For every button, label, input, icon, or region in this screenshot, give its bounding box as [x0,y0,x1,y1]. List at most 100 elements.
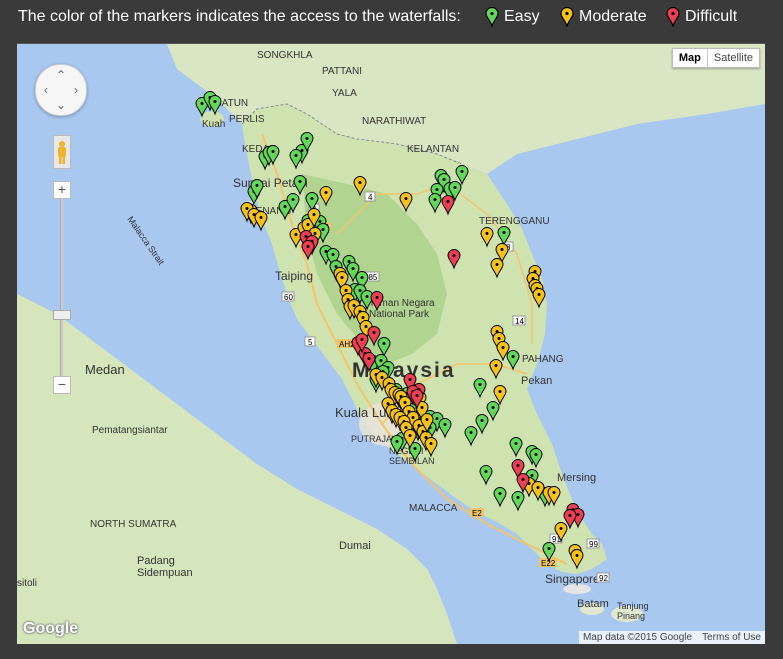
marker-dot [351,267,355,270]
marker-dot [291,198,295,201]
marker-dot [568,514,572,517]
map-data-text: Map data ©2015 Google [582,632,693,643]
label-kelantan: KELANTAN [407,144,459,155]
pan-up-icon[interactable]: ⌃ [55,69,67,81]
label-pattani: PATTANI [322,66,362,77]
marker-dot [469,431,473,434]
marker-dot [484,470,488,473]
zoom-in-button[interactable]: + [53,181,71,199]
road-shield-14: 14 [515,317,524,326]
marker-dot [435,417,439,420]
map-type-control[interactable]: Map Satellite [671,48,760,68]
marker-dot [360,276,364,279]
label-kuah: Kuah [202,119,225,130]
marker-dot [331,253,335,256]
marker-dot [344,289,348,292]
marker-dot [413,447,417,450]
marker-dot [334,265,338,268]
marker-dot [452,254,456,257]
label-songkhla: SONGKHLA [257,50,313,61]
terms-of-use-link[interactable]: Terms of Use [702,632,761,643]
marker-dot [498,492,502,495]
marker-dot [245,207,249,210]
legend-moderate: Moderate [560,4,647,30]
legend-moderate-label: Moderate [579,8,647,25]
marker-dot [460,170,464,173]
label-narathiwat: NARATHIWAT [362,116,426,127]
label-mersing: Mersing [557,472,596,484]
marker-dot [480,419,484,422]
zoom-slider-thumb[interactable] [53,310,71,320]
road-shield-60: 60 [284,293,293,302]
label-sitoli: sitoli [17,578,37,589]
marker-dot [425,418,429,421]
legend-easy-label: Easy [504,8,540,25]
marker-dot [372,331,376,334]
marker-dot [537,293,541,296]
marker-dot [491,406,495,409]
marker-dot [511,355,515,358]
marker-dot [386,402,390,405]
marker-dot [411,416,415,419]
label-medan: Medan [85,362,125,377]
legend-difficult-label: Difficult [685,8,738,25]
marker-dot [408,434,412,437]
marker-dot [379,359,383,362]
label-north-sumatra: NORTH SUMATRA [90,519,177,530]
pan-down-icon[interactable]: ⌄ [55,99,67,111]
marker-dot [360,338,364,341]
marker-dot [521,478,525,481]
marker-dot [495,263,499,266]
map-type-satellite-button[interactable]: Satellite [708,49,759,67]
pan-left-icon[interactable]: ‹ [40,84,52,96]
zoom-slider-track[interactable] [60,198,63,376]
road-shield-99: 99 [589,540,598,549]
marker-dot [575,554,579,557]
marker-dot [502,231,506,234]
pan-right-icon[interactable]: › [70,84,82,96]
marker-dot [380,376,384,379]
marker-dot [536,486,540,489]
marker-dot [306,223,310,226]
marker-dot [321,228,325,231]
marker-dot [534,453,538,456]
label-terengganu: TERENGGANU [479,216,550,227]
map-graphic[interactable]: SONGKHLA PATTANI YALA NARATHIWAT SATUN P… [17,44,765,644]
map-type-map-button[interactable]: Map [673,49,708,67]
marker-dot [305,137,309,140]
marker-dot [358,289,362,292]
marker-dot [324,191,328,194]
marker-dot [352,304,356,307]
map-canvas[interactable]: SONGKHLA PATTANI YALA NARATHIWAT SATUN P… [17,43,765,644]
road-shield-4b: 4 [368,193,373,202]
marker-dot [576,513,580,516]
marker-dot [429,442,433,445]
marker-dot [361,316,365,319]
marker-dot [318,220,322,223]
marker-dot [516,496,520,499]
marker-dot [433,198,437,201]
marker-dot [213,100,217,103]
marker-dot [298,180,302,183]
label-taiping: Taiping [275,269,313,283]
label-malacca: MALACCA [409,503,458,514]
pan-control[interactable]: ⌃ ⌄ ‹ › [35,64,87,116]
label-pekan: Pekan [521,375,552,387]
marker-dot [283,205,287,208]
marker-dot [367,357,371,360]
marker-dot [347,260,351,263]
marker-dot [365,295,369,298]
marker-dot [312,213,316,216]
marker-dot [404,426,408,429]
yellow-marker-icon [560,7,574,27]
street-view-pegman-icon[interactable] [53,135,71,169]
zoom-out-button[interactable]: − [53,376,71,394]
label-perlis: PERLIS [229,114,265,125]
legend-difficult: Difficult [666,4,737,30]
marker-dot [306,245,310,248]
marker-dot [310,197,314,200]
marker-dot [501,346,505,349]
road-shield-92: 92 [599,574,608,583]
legend-bar: The color of the markers indicates the a… [0,0,783,36]
marker-dot [294,233,298,236]
